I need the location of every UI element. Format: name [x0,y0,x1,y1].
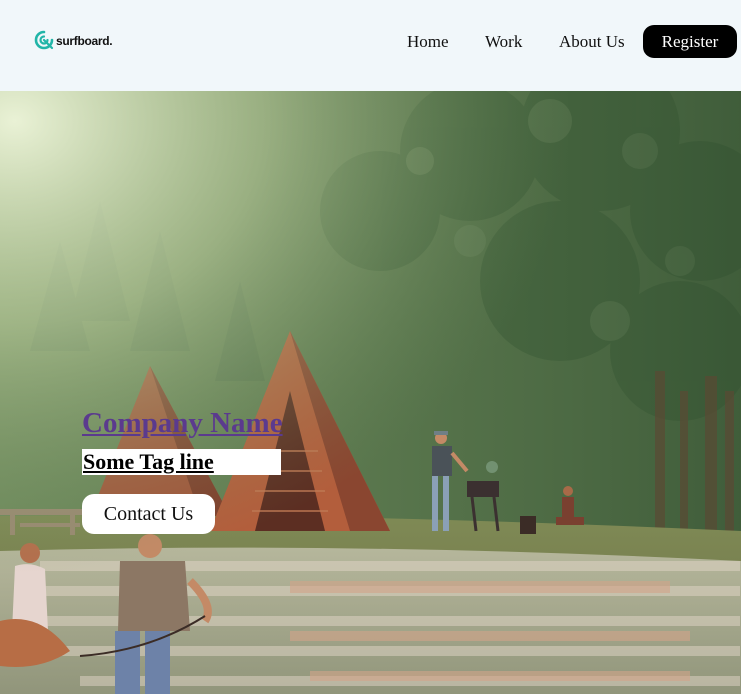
tagline-text: Some Tag line [83,449,214,474]
nav-home[interactable]: Home [407,25,449,58]
hero-section: Company Name Some Tag line Contact Us [0,91,741,694]
hero-background-illustration [0,91,741,694]
tagline: Some Tag line [82,449,281,475]
nav-about-us[interactable]: About Us [559,25,625,58]
nav-work[interactable]: Work [485,25,522,58]
landing-page: surfboard. Home Work About Us Register C… [0,0,741,694]
company-name-link[interactable]: Company Name [82,407,283,440]
contact-us-button[interactable]: Contact Us [82,494,215,534]
site-header: surfboard. Home Work About Us Register [0,0,741,91]
register-button[interactable]: Register [643,25,737,58]
main-nav: Home Work About Us Register [0,25,741,58]
